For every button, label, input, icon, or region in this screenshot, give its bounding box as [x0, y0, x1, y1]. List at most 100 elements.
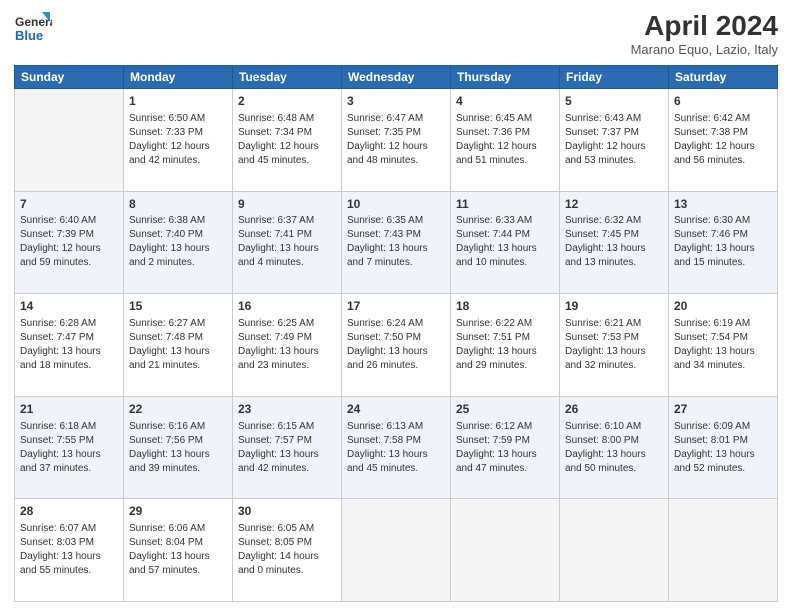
day-info-line: Sunset: 7:46 PM — [674, 228, 772, 242]
main-title: April 2024 — [631, 10, 778, 42]
day-info-line: Sunrise: 6:47 AM — [347, 112, 445, 126]
calendar-cell: 10Sunrise: 6:35 AMSunset: 7:43 PMDayligh… — [342, 191, 451, 294]
day-info-line: Daylight: 13 hours — [129, 345, 227, 359]
day-number: 30 — [238, 503, 336, 520]
day-number: 3 — [347, 93, 445, 110]
calendar-cell: 12Sunrise: 6:32 AMSunset: 7:45 PMDayligh… — [560, 191, 669, 294]
day-info-line: Daylight: 13 hours — [20, 550, 118, 564]
day-info-line: Sunset: 7:36 PM — [456, 126, 554, 140]
day-info-line: Daylight: 13 hours — [456, 345, 554, 359]
weekday-header: Wednesday — [342, 66, 451, 89]
day-info-line: Daylight: 13 hours — [129, 242, 227, 256]
day-info-line: Sunset: 7:54 PM — [674, 331, 772, 345]
day-info-line: Sunrise: 6:27 AM — [129, 317, 227, 331]
day-info-line: Sunrise: 6:33 AM — [456, 214, 554, 228]
day-info-line: and 32 minutes. — [565, 359, 663, 373]
day-info-line: and 45 minutes. — [238, 154, 336, 168]
calendar-cell: 15Sunrise: 6:27 AMSunset: 7:48 PMDayligh… — [124, 294, 233, 397]
day-info-line: Sunset: 7:40 PM — [129, 228, 227, 242]
day-info-line: Sunset: 7:38 PM — [674, 126, 772, 140]
weekday-header-row: SundayMondayTuesdayWednesdayThursdayFrid… — [15, 66, 778, 89]
weekday-header: Thursday — [451, 66, 560, 89]
calendar-cell: 19Sunrise: 6:21 AMSunset: 7:53 PMDayligh… — [560, 294, 669, 397]
day-info-line: Sunset: 7:53 PM — [565, 331, 663, 345]
calendar-cell: 2Sunrise: 6:48 AMSunset: 7:34 PMDaylight… — [233, 89, 342, 192]
day-number: 23 — [238, 401, 336, 418]
day-info-line: Sunrise: 6:15 AM — [238, 420, 336, 434]
day-info-line: Sunrise: 6:10 AM — [565, 420, 663, 434]
day-info-line: Sunrise: 6:07 AM — [20, 522, 118, 536]
calendar-cell: 13Sunrise: 6:30 AMSunset: 7:46 PMDayligh… — [669, 191, 778, 294]
calendar-cell: 28 Sunrise: 6:07 AMSunset: 8:03 PMDayligh… — [15, 499, 124, 602]
day-info-line: and 18 minutes. — [20, 359, 118, 373]
calendar-cell: 25 Sunrise: 6:12 AMSunset: 7:59 PMDayligh… — [451, 396, 560, 499]
day-number: 17 — [347, 298, 445, 315]
day-info-line: Daylight: 12 hours — [347, 140, 445, 154]
day-info-line: Sunrise: 6:13 AM — [347, 420, 445, 434]
day-info-line: Daylight: 13 hours — [565, 448, 663, 462]
day-info-line: Sunrise: 6:22 AM — [456, 317, 554, 331]
day-info-line: and 45 minutes. — [347, 462, 445, 476]
day-info-line: Daylight: 13 hours — [238, 448, 336, 462]
day-info-line: Sunrise: 6:40 AM — [20, 214, 118, 228]
calendar-cell — [560, 499, 669, 602]
day-info-line: Daylight: 13 hours — [347, 242, 445, 256]
day-info-line: Sunrise: 6:38 AM — [129, 214, 227, 228]
day-info-line: Sunset: 8:03 PM — [20, 536, 118, 550]
calendar-cell: 11Sunrise: 6:33 AMSunset: 7:44 PMDayligh… — [451, 191, 560, 294]
day-info-line: and 51 minutes. — [456, 154, 554, 168]
calendar-table: SundayMondayTuesdayWednesdayThursdayFrid… — [14, 65, 778, 602]
day-number: 22 — [129, 401, 227, 418]
day-info-line: Sunrise: 6:37 AM — [238, 214, 336, 228]
day-info-line: and 21 minutes. — [129, 359, 227, 373]
day-number: 9 — [238, 196, 336, 213]
day-number: 28 — [20, 503, 118, 520]
day-info-line: Sunset: 7:43 PM — [347, 228, 445, 242]
calendar-cell: 7Sunrise: 6:40 AMSunset: 7:39 PMDaylight… — [15, 191, 124, 294]
day-number: 16 — [238, 298, 336, 315]
calendar-cell: 6Sunrise: 6:42 AMSunset: 7:38 PMDaylight… — [669, 89, 778, 192]
day-number: 14 — [20, 298, 118, 315]
day-info-line: Daylight: 13 hours — [20, 448, 118, 462]
page: General Blue April 2024 Marano Equo, Laz… — [0, 0, 792, 612]
day-number: 7 — [20, 196, 118, 213]
calendar-week-row: 7Sunrise: 6:40 AMSunset: 7:39 PMDaylight… — [15, 191, 778, 294]
day-info-line: Daylight: 13 hours — [456, 448, 554, 462]
title-block: April 2024 Marano Equo, Lazio, Italy — [631, 10, 778, 57]
day-info-line: Sunrise: 6:35 AM — [347, 214, 445, 228]
day-number: 2 — [238, 93, 336, 110]
day-number: 15 — [129, 298, 227, 315]
subtitle: Marano Equo, Lazio, Italy — [631, 42, 778, 57]
day-info-line: Daylight: 13 hours — [674, 448, 772, 462]
day-info-line: Sunset: 7:59 PM — [456, 434, 554, 448]
calendar-cell: 17Sunrise: 6:24 AMSunset: 7:50 PMDayligh… — [342, 294, 451, 397]
calendar-cell — [15, 89, 124, 192]
day-info-line: Sunrise: 6:16 AM — [129, 420, 227, 434]
day-info-line: and 48 minutes. — [347, 154, 445, 168]
day-info-line: Sunrise: 6:24 AM — [347, 317, 445, 331]
day-info-line: Sunset: 7:34 PM — [238, 126, 336, 140]
day-info-line: Sunrise: 6:42 AM — [674, 112, 772, 126]
day-info-line: and 37 minutes. — [20, 462, 118, 476]
day-info-line: Sunrise: 6:50 AM — [129, 112, 227, 126]
day-info-line: and 53 minutes. — [565, 154, 663, 168]
day-number: 27 — [674, 401, 772, 418]
day-info-line: Daylight: 13 hours — [674, 242, 772, 256]
day-info-line: and 56 minutes. — [674, 154, 772, 168]
day-info-line: Sunrise: 6:32 AM — [565, 214, 663, 228]
calendar-week-row: 21Sunrise: 6:18 AMSunset: 7:55 PMDayligh… — [15, 396, 778, 499]
day-info-line: Sunset: 7:56 PM — [129, 434, 227, 448]
day-info-line: Sunrise: 6:12 AM — [456, 420, 554, 434]
day-info-line: and 23 minutes. — [238, 359, 336, 373]
day-info-line: Sunrise: 6:43 AM — [565, 112, 663, 126]
calendar-cell: 26Sunrise: 6:10 AMSunset: 8:00 PMDayligh… — [560, 396, 669, 499]
day-info-line: Sunset: 8:00 PM — [565, 434, 663, 448]
day-info-line: and 59 minutes. — [20, 256, 118, 270]
day-info-line: Sunset: 8:05 PM — [238, 536, 336, 550]
logo: General Blue — [14, 10, 52, 48]
day-number: 18 — [456, 298, 554, 315]
day-info-line: Daylight: 13 hours — [129, 550, 227, 564]
day-info-line: Sunrise: 6:30 AM — [674, 214, 772, 228]
day-number: 25 — [456, 401, 554, 418]
day-info-line: Daylight: 13 hours — [347, 448, 445, 462]
